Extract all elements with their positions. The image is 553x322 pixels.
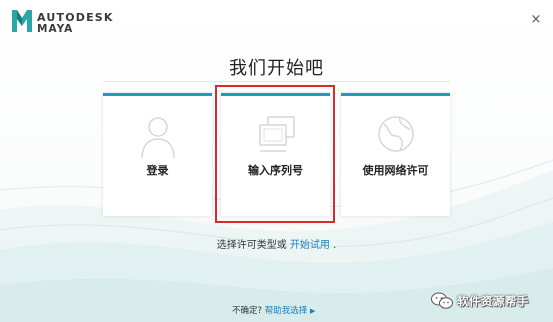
- footer-help: 不确定? 帮助我选择 ▶: [232, 304, 315, 316]
- user-icon: [141, 117, 175, 158]
- maya-logo-icon: [12, 10, 32, 32]
- activation-window: AUTODESK MAYA × 我们开始吧 登录 输入序列号 使用网络许可 选择…: [0, 0, 553, 322]
- watermark: 软件资源帮手: [431, 290, 549, 312]
- help-me-choose-link[interactable]: 帮助我选择: [265, 306, 308, 316]
- selection-highlight-box: [215, 85, 335, 223]
- globe-icon: [378, 116, 414, 152]
- hint-suffix: .: [333, 240, 337, 251]
- start-trial-link[interactable]: 开始试用: [290, 240, 330, 251]
- footer-question: 不确定?: [232, 306, 263, 316]
- title-divider: [103, 81, 450, 82]
- network-license-label: 使用网络许可: [362, 164, 429, 177]
- license-hint: 选择许可类型或 开始试用 .: [0, 236, 553, 251]
- play-arrow-icon: ▶: [309, 307, 316, 315]
- sign-in-card[interactable]: 登录: [103, 93, 212, 216]
- close-button[interactable]: ×: [529, 13, 543, 27]
- wechat-icon: [431, 292, 453, 309]
- page-title: 我们开始吧: [229, 58, 324, 79]
- network-license-card[interactable]: 使用网络许可: [341, 93, 450, 216]
- sign-in-label: 登录: [146, 164, 169, 177]
- product-name: MAYA: [37, 23, 74, 35]
- hint-text: 选择许可类型或: [216, 240, 287, 251]
- watermark-text: 软件资源帮手: [457, 294, 529, 308]
